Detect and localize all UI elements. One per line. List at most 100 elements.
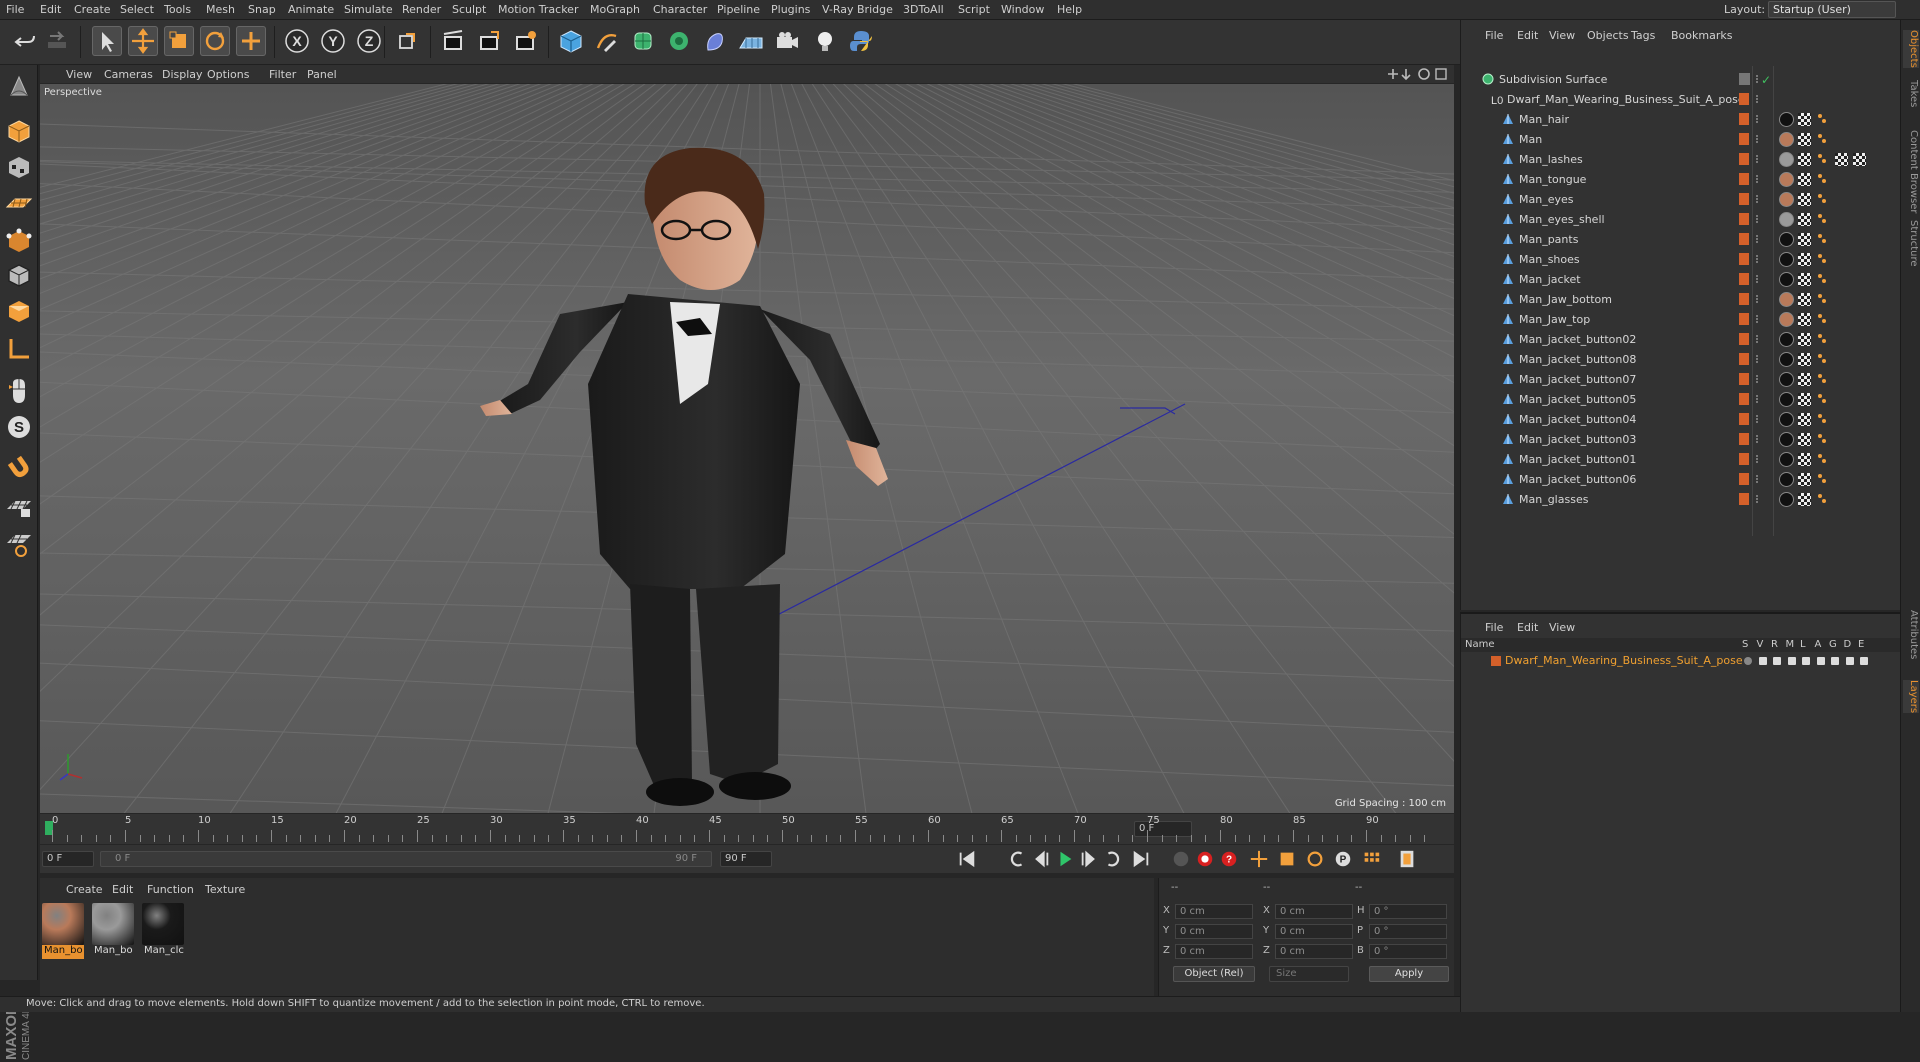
side-tab-layers[interactable]: Layers (1903, 680, 1919, 714)
side-tab-attributes[interactable]: Attributes (1903, 610, 1919, 659)
object-menu-objects[interactable]: Objects (1587, 29, 1629, 42)
material-tag-icon[interactable] (1779, 432, 1794, 447)
visibility-dots[interactable] (1756, 395, 1759, 403)
visibility-dots[interactable] (1756, 215, 1759, 223)
uvw-tag-icon[interactable] (1798, 353, 1811, 366)
floor-button[interactable] (736, 26, 766, 56)
viewport-menu-view[interactable]: View (66, 68, 92, 81)
grid-lock-button[interactable] (3, 491, 35, 523)
material-menu-function[interactable]: Function (147, 883, 194, 896)
object-row[interactable]: Man_jacket_button06 (1461, 470, 1901, 490)
side-tab-takes[interactable]: Takes (1903, 80, 1919, 107)
material-tag-icon[interactable] (1779, 492, 1794, 507)
material-item[interactable]: Man_clc (142, 903, 184, 961)
python-button[interactable] (846, 26, 876, 56)
coord-field[interactable]: 0 cm (1275, 904, 1353, 919)
go-end-button[interactable] (1130, 848, 1152, 870)
coord-field[interactable]: 0 ° (1369, 904, 1447, 919)
material-menu-create[interactable]: Create (66, 883, 103, 896)
material-tag-icon[interactable] (1779, 132, 1794, 147)
material-tag-icon[interactable] (1779, 192, 1794, 207)
menu-edit[interactable]: Edit (40, 3, 61, 16)
menu-select[interactable]: Select (120, 3, 154, 16)
phong-tag-icon[interactable] (1817, 433, 1827, 445)
viewport-menu-display[interactable]: Display (162, 68, 203, 81)
layer-toggle-icon[interactable] (1787, 657, 1796, 665)
visibility-dots[interactable] (1756, 255, 1759, 263)
menu-sculpt[interactable]: Sculpt (452, 3, 486, 16)
phong-tag-icon[interactable] (1817, 253, 1827, 265)
uvw-tag-icon[interactable] (1798, 493, 1811, 506)
menu-help[interactable]: Help (1057, 3, 1082, 16)
visibility-dots[interactable] (1756, 415, 1759, 423)
key-rotate-button[interactable] (1304, 848, 1326, 870)
object-row[interactable]: Man_jacket_button07 (1461, 370, 1901, 390)
object-row[interactable]: Man_Jaw_bottom (1461, 290, 1901, 310)
layer-toggle-icon[interactable] (1845, 657, 1854, 665)
layer-column-d[interactable]: D (1844, 639, 1852, 650)
deformer-button[interactable] (700, 26, 730, 56)
object-row[interactable]: Man_jacket_button03 (1461, 430, 1901, 450)
layer-toggle-icon[interactable] (1758, 657, 1767, 665)
layer-column-r[interactable]: R (1771, 639, 1778, 650)
uvw-tag-icon[interactable] (1798, 153, 1811, 166)
uvw-tag-icon[interactable] (1798, 373, 1811, 386)
phong-tag-icon[interactable] (1817, 373, 1827, 385)
object-row[interactable]: Man_eyes_shell (1461, 210, 1901, 230)
subdivision-button[interactable] (628, 26, 658, 56)
autokey-button[interactable]: ? (1218, 848, 1240, 870)
visibility-dots[interactable] (1756, 295, 1759, 303)
phong-tag-icon[interactable] (1817, 153, 1827, 165)
menu-pipeline[interactable]: Pipeline (717, 3, 760, 16)
uvw-tag-icon[interactable] (1835, 153, 1848, 166)
visibility-dots[interactable] (1756, 315, 1759, 323)
next-key-button[interactable] (1102, 848, 1124, 870)
material-tag-icon[interactable] (1779, 332, 1794, 347)
material-tag-icon[interactable] (1779, 112, 1794, 127)
object-row[interactable]: Man_jacket_button02 (1461, 330, 1901, 350)
key-param-button[interactable]: P (1332, 848, 1354, 870)
record-disabled-button[interactable] (1170, 848, 1192, 870)
prev-key-button[interactable] (1006, 848, 1028, 870)
end-frame-field[interactable]: 90 F (720, 851, 772, 867)
layer-toggle-icon[interactable] (1773, 657, 1781, 665)
object-row[interactable]: Subdivision Surface ✓ (1461, 70, 1901, 90)
menu-mesh[interactable]: Mesh (206, 3, 235, 16)
start-frame-field[interactable]: 0 F (42, 851, 94, 867)
coord-field[interactable]: 0 cm (1175, 924, 1253, 939)
visibility-dots[interactable] (1756, 455, 1759, 463)
phong-tag-icon[interactable] (1817, 493, 1827, 505)
material-tag-icon[interactable] (1779, 412, 1794, 427)
object-row[interactable]: Man_jacket_button04 (1461, 410, 1901, 430)
phong-tag-icon[interactable] (1817, 473, 1827, 485)
object-row[interactable]: Man_eyes (1461, 190, 1901, 210)
polygons-mode-button[interactable] (3, 295, 35, 327)
coord-size-dropdown[interactable]: Size (1269, 966, 1349, 982)
material-tag-icon[interactable] (1779, 452, 1794, 467)
object-menu-bookmarks[interactable]: Bookmarks (1671, 29, 1732, 42)
layer-menu-edit[interactable]: Edit (1517, 621, 1538, 634)
coord-field[interactable]: 0 cm (1275, 924, 1353, 939)
uvw-tag-icon[interactable] (1798, 273, 1811, 286)
menu-create[interactable]: Create (74, 3, 111, 16)
object-menu-edit[interactable]: Edit (1517, 29, 1538, 42)
select-arrow-button[interactable] (92, 26, 122, 56)
axis-button[interactable] (3, 333, 35, 365)
phong-tag-icon[interactable] (1817, 133, 1827, 145)
object-row[interactable]: Man_glasses (1461, 490, 1901, 510)
layer-menu-view[interactable]: View (1549, 621, 1575, 634)
layer-toggle-icon[interactable] (1860, 657, 1868, 665)
apply-button[interactable]: Apply (1369, 966, 1449, 982)
viewport-menu-options[interactable]: Options (207, 68, 249, 81)
object-row[interactable]: Man_jacket_button05 (1461, 390, 1901, 410)
visibility-dots[interactable] (1756, 495, 1759, 503)
phong-tag-icon[interactable] (1817, 193, 1827, 205)
character-model[interactable] (480, 147, 888, 806)
snap-button[interactable]: S (3, 411, 35, 443)
object-row[interactable]: Man_shoes (1461, 250, 1901, 270)
coord-field[interactable]: 0 ° (1369, 924, 1447, 939)
menu-simulate[interactable]: Simulate (344, 3, 393, 16)
uvw-tag-icon[interactable] (1853, 153, 1866, 166)
coord-field[interactable]: 0 cm (1275, 944, 1353, 959)
layer-column-s[interactable]: S (1742, 639, 1748, 650)
